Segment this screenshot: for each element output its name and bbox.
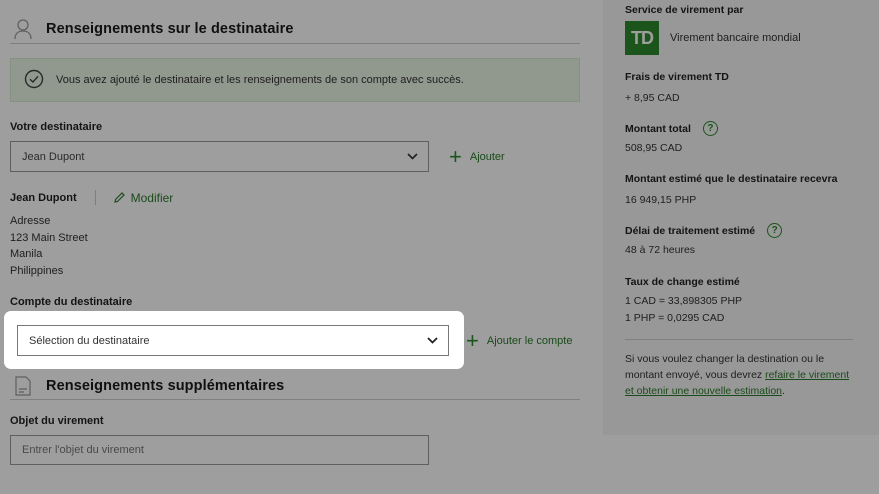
chevron-down-icon bbox=[427, 335, 438, 347]
modal-overlay bbox=[0, 0, 879, 494]
account-select[interactable]: Sélection du destinataire bbox=[17, 325, 449, 356]
account-select-value: Sélection du destinataire bbox=[29, 334, 150, 347]
account-select-popup: Sélection du destinataire bbox=[4, 311, 464, 369]
